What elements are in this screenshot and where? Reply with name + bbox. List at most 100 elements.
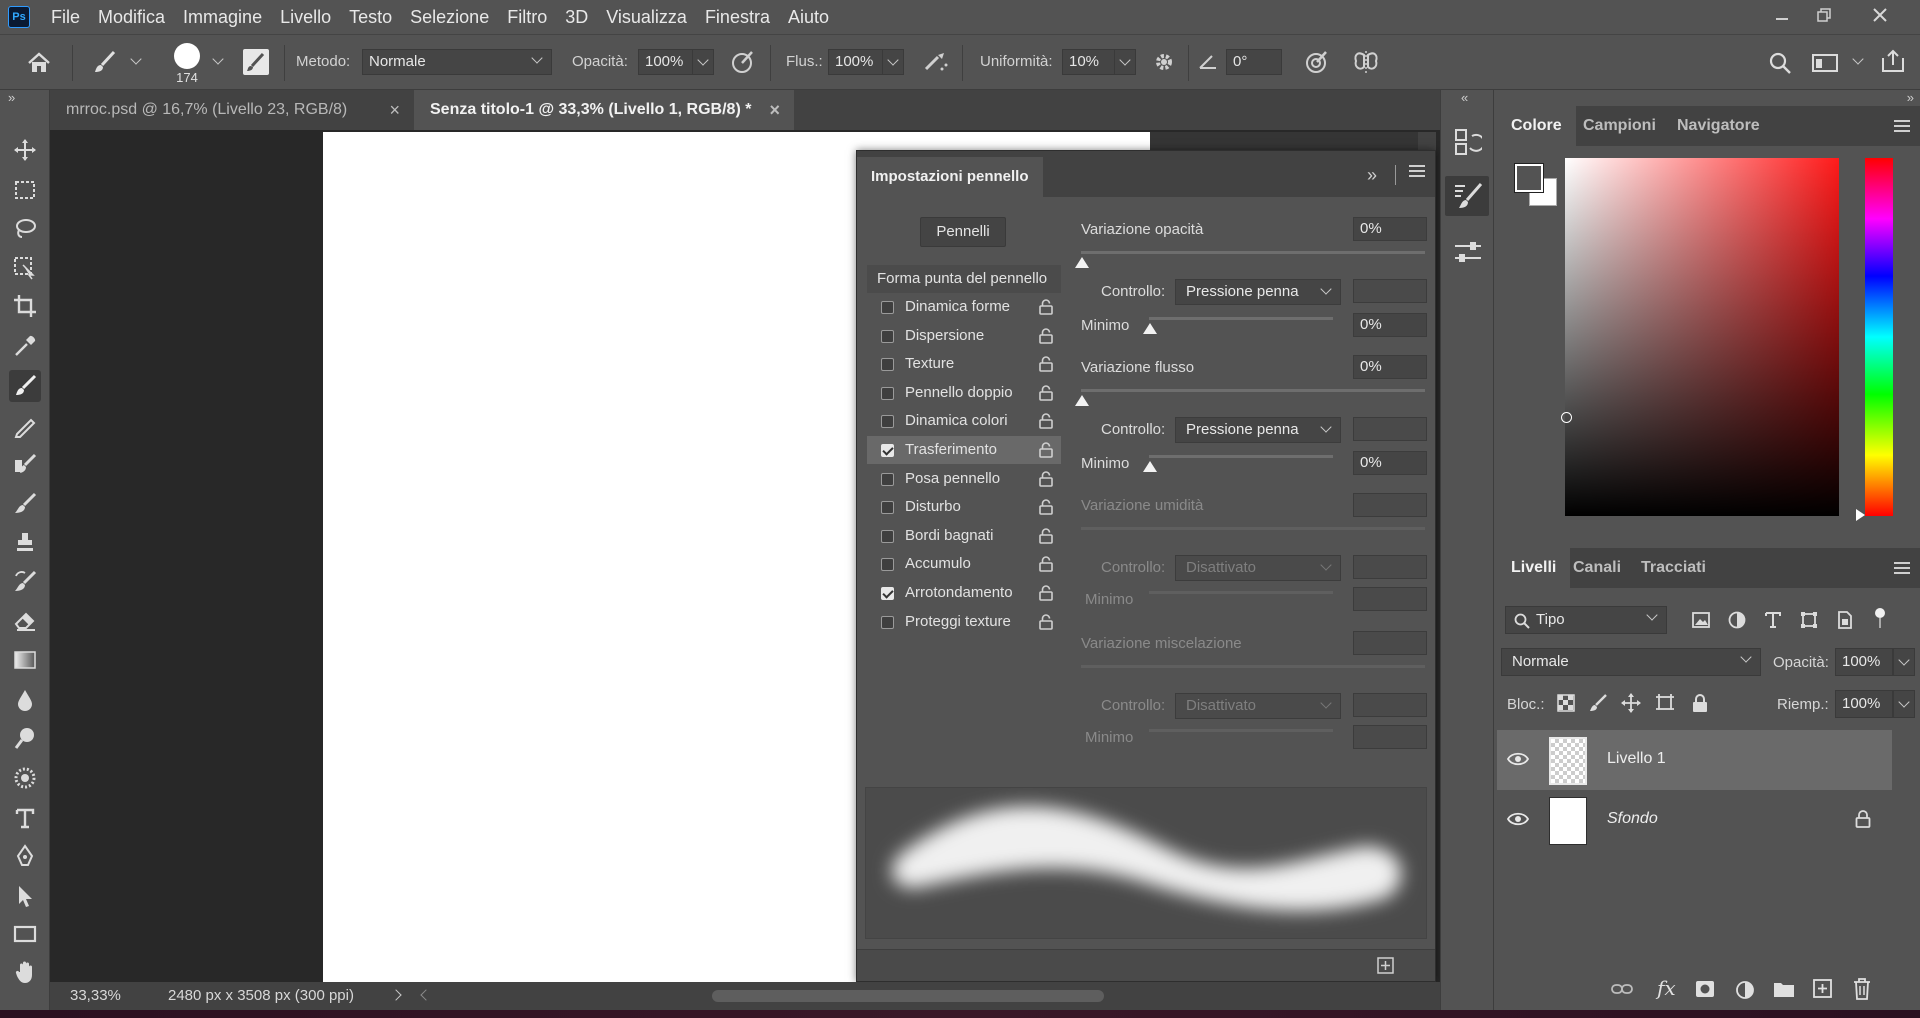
brush-option-item[interactable]: Disturbo xyxy=(867,493,1061,521)
layer-opacity-dropdown[interactable] xyxy=(1893,648,1915,676)
hand-tool-icon[interactable] xyxy=(9,956,41,988)
flow-jitter-slider[interactable] xyxy=(1081,389,1425,392)
minimum-1-input[interactable]: 0% xyxy=(1353,313,1427,337)
brush-size-preview[interactable] xyxy=(174,43,200,69)
new-group-icon[interactable] xyxy=(1773,980,1795,998)
link-layers-icon[interactable] xyxy=(1611,982,1633,996)
flow-dropdown[interactable] xyxy=(882,49,904,75)
brush-option-item[interactable]: Dispersione xyxy=(867,322,1061,350)
brush-option-checkbox[interactable] xyxy=(881,587,894,600)
color-panel-menu-icon[interactable] xyxy=(1894,120,1910,132)
symmetry-icon[interactable] xyxy=(1352,49,1380,75)
history-brush-tool-icon[interactable] xyxy=(9,566,41,598)
menu-finestra[interactable]: Finestra xyxy=(696,0,779,34)
gear-icon[interactable] xyxy=(1152,50,1176,74)
opacity-input[interactable]: 100% xyxy=(638,49,694,75)
menu-immagine[interactable]: Immagine xyxy=(174,0,271,34)
brush-option-checkbox[interactable] xyxy=(881,444,894,457)
menu-testo[interactable]: Testo xyxy=(340,0,401,34)
lock-transparent-pixels-icon[interactable] xyxy=(1557,694,1575,712)
opacity-dropdown[interactable] xyxy=(692,49,714,75)
lock-all-icon[interactable] xyxy=(1691,693,1709,713)
menu-3d[interactable]: 3D xyxy=(556,0,597,34)
close-tab-mrroc-icon[interactable]: × xyxy=(389,90,400,130)
color-field[interactable] xyxy=(1565,158,1839,516)
restore-icon[interactable] xyxy=(1804,0,1844,30)
control-2-select[interactable]: Pressione penna xyxy=(1175,417,1341,443)
brush-option-item[interactable]: Posa pennello xyxy=(867,465,1061,493)
history-panel-icon[interactable] xyxy=(1454,128,1482,156)
brush-size-dropdown-icon[interactable] xyxy=(212,53,224,65)
share-icon[interactable] xyxy=(1880,48,1906,74)
lock-icon[interactable] xyxy=(1039,556,1053,573)
lasso-tool-icon[interactable] xyxy=(9,212,41,244)
stamp-tool-icon[interactable] xyxy=(9,526,41,558)
panel-collapse-icon[interactable]: » xyxy=(1367,165,1377,186)
lock-icon[interactable] xyxy=(1039,299,1053,315)
tab-campioni[interactable]: Campioni xyxy=(1569,106,1670,146)
brush-option-checkbox[interactable] xyxy=(881,329,894,343)
brushes-button[interactable]: Pennelli xyxy=(920,217,1006,247)
move-tool-icon[interactable] xyxy=(9,134,41,166)
scroll-left-icon[interactable] xyxy=(420,989,432,1001)
layer-effects-icon[interactable]: fx xyxy=(1657,976,1676,1000)
close-tab-senza-titolo-icon[interactable]: × xyxy=(769,90,780,130)
lock-icon[interactable] xyxy=(1039,413,1053,430)
brush-option-checkbox[interactable] xyxy=(881,558,894,572)
filter-shape-icon[interactable] xyxy=(1799,610,1819,630)
minimum-1-slider[interactable] xyxy=(1149,317,1333,320)
blur-tool-icon[interactable] xyxy=(9,684,41,716)
brush-panel-menu-icon[interactable] xyxy=(1409,165,1425,177)
lock-icon[interactable] xyxy=(1039,613,1053,630)
color-picker-handle[interactable] xyxy=(1561,412,1572,423)
brush-option-item[interactable]: Trasferimento xyxy=(867,436,1061,464)
brush-option-item[interactable]: Accumulo xyxy=(867,550,1061,578)
flow-input[interactable]: 100% xyxy=(828,49,884,75)
workspace-icon[interactable] xyxy=(1812,53,1838,73)
menu-selezione[interactable]: Selezione xyxy=(401,0,498,34)
layer-row-livello-1[interactable]: Livello 1 xyxy=(1497,730,1892,790)
type-tool-icon[interactable] xyxy=(9,802,41,834)
eraser-tool-icon[interactable] xyxy=(9,604,41,636)
brush-option-checkbox[interactable] xyxy=(881,358,894,372)
minimize-icon[interactable] xyxy=(1762,0,1802,30)
layer-filter-select[interactable]: Tipo xyxy=(1505,606,1667,634)
lock-icon[interactable] xyxy=(1039,499,1053,515)
hue-slider[interactable] xyxy=(1865,158,1893,516)
search-icon[interactable] xyxy=(1768,51,1792,75)
menu-modifica[interactable]: Modifica xyxy=(89,0,174,34)
brush-settings-panel-icon[interactable] xyxy=(1445,176,1489,216)
opacity-jitter-input[interactable]: 0% xyxy=(1353,217,1427,241)
dodge-tool-icon[interactable] xyxy=(9,722,41,754)
filter-smart-object-icon[interactable] xyxy=(1835,610,1855,630)
filter-toggle[interactable] xyxy=(1875,608,1885,630)
filter-adjustment-icon[interactable] xyxy=(1727,610,1747,630)
expand-panels-icon[interactable]: « xyxy=(1461,90,1468,105)
brush-option-checkbox[interactable] xyxy=(881,615,894,629)
lock-icon[interactable] xyxy=(1039,356,1053,372)
lock-icon[interactable] xyxy=(1039,385,1053,401)
brush-option-checkbox[interactable] xyxy=(881,529,894,543)
tab-canali[interactable]: Canali xyxy=(1559,548,1635,588)
collapse-toolbar-icon[interactable]: » xyxy=(8,90,15,105)
brush-panel-toggle-icon[interactable] xyxy=(243,49,269,75)
fill-input[interactable]: 100% xyxy=(1835,690,1893,718)
zoom-level[interactable]: 33,33% xyxy=(70,987,121,1004)
control-1-select[interactable]: Pressione penna xyxy=(1175,279,1341,305)
pencil-tool-icon[interactable] xyxy=(9,410,41,442)
add-mask-icon[interactable] xyxy=(1695,980,1715,998)
object-selection-tool-icon[interactable] xyxy=(9,252,41,284)
brush-option-item[interactable]: Pennello doppio xyxy=(867,379,1061,407)
brush-option-item[interactable]: Texture xyxy=(867,350,1061,378)
airbrush-icon[interactable] xyxy=(922,49,950,75)
angle-input[interactable]: 0° xyxy=(1226,49,1282,75)
brush-option-checkbox[interactable] xyxy=(881,301,894,314)
document-info[interactable]: 2480 px x 3508 px (300 ppi) xyxy=(168,987,354,1004)
brush-option-item[interactable]: Dinamica forme xyxy=(867,293,1061,321)
lock-position-icon[interactable] xyxy=(1621,693,1641,713)
minimum-2-input[interactable]: 0% xyxy=(1353,451,1427,475)
menu-visualizza[interactable]: Visualizza xyxy=(597,0,696,34)
menu-livello[interactable]: Livello xyxy=(271,0,340,34)
horizontal-scrollbar-thumb[interactable] xyxy=(712,990,1104,1002)
brush-option-item[interactable]: Dinamica colori xyxy=(867,407,1061,435)
